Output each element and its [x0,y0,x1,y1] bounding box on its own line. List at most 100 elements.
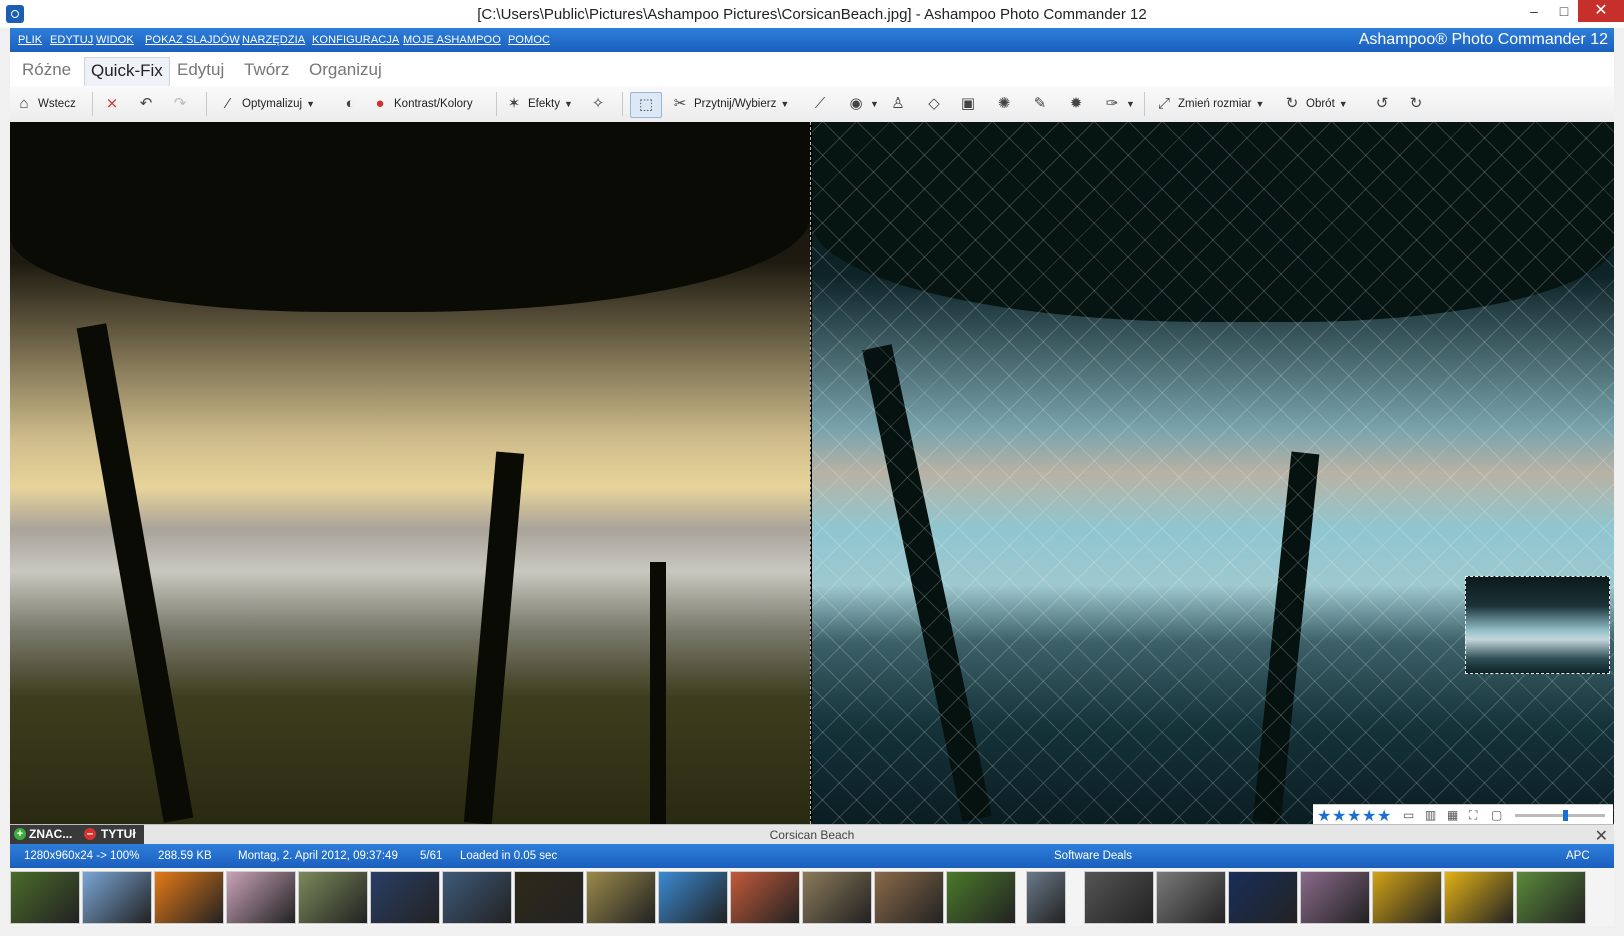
brand-label: Ashampoo® Photo Commander 12 [1358,31,1608,48]
crop-select-button[interactable]: ✂ Przytnij/Wybierz ▼ [670,92,790,116]
eraser-button[interactable]: ◇ [924,92,944,116]
thumb-red-berries[interactable] [82,871,152,924]
sparkle-icon: ✧ [591,95,605,112]
tab-organizuj[interactable]: Organizuj [309,58,382,82]
image-preview[interactable] [10,122,1614,824]
status-load-time: Loaded in 0.05 sec [460,850,558,862]
rating-star[interactable]: ★ [1332,806,1346,826]
thumb-dragonfly[interactable] [1516,871,1586,924]
rating-star[interactable]: ★ [1377,806,1391,826]
brightness-button[interactable]: ◐ [340,92,360,116]
thumb-grass-silhouette[interactable] [514,871,584,924]
straighten-button[interactable]: ⟋ [810,92,830,116]
redeye-button[interactable]: ◉ ▼ [846,92,878,116]
palm-trunk [650,562,666,824]
color-circles-icon: ● [375,95,385,112]
zoom-slider-thumb[interactable] [1563,810,1568,821]
menu-plik[interactable]: PLIK [18,34,42,46]
thumb-sunflower[interactable] [1372,871,1442,924]
thumb-skyline[interactable] [1084,871,1154,924]
software-deals-link[interactable]: Software Deals [1054,850,1132,862]
resize-button[interactable]: ⤢ Zmień rozmiar ▼ [1154,92,1264,116]
title-bar: [C:\Users\Public\Pictures\Ashampoo Pictu… [0,0,1624,28]
tree-trunk [463,451,525,824]
thumb-night-city[interactable] [370,871,440,924]
sparkle-button[interactable]: ✧ [588,92,608,116]
thumb-rose[interactable] [730,871,800,924]
chevron-down-icon: ▼ [1255,99,1265,109]
menu-konfiguracja[interactable]: KONFIGURACJA [312,34,399,46]
frame-button[interactable]: ▣ [958,92,978,116]
thumb-castle[interactable] [298,871,368,924]
rotate-left-icon: ↺ [1375,95,1389,112]
pen-button[interactable]: ✑ ▼ [1102,92,1135,116]
menu-narzedzia[interactable]: NARZĘDZIA [242,34,305,46]
frame-icon: ▣ [960,95,976,112]
select-tool-button[interactable]: ⬚ [630,92,662,118]
undo-icon: ↶ [139,95,153,112]
glass-effect-overlay [812,122,1614,824]
image-view-icon[interactable]: ▭ [1403,808,1414,822]
maximize-button[interactable]: □ [1550,0,1578,22]
tab-quick-fix[interactable]: Quick-Fix [84,57,170,86]
brush-icon: ✎ [1033,95,1047,112]
thumb-moon[interactable] [1228,871,1298,924]
rotate-button[interactable]: ↻ Obrót ▼ [1282,92,1348,116]
delete-button[interactable]: ⨯ [102,92,122,116]
rotate-left-button[interactable]: ↺ [1372,92,1392,116]
clone-button[interactable]: ♙ [888,92,908,116]
thumb-pink-blossom[interactable] [226,871,296,924]
effects-button[interactable]: ✶ Efekty ▼ [504,92,573,116]
palette-button[interactable]: ✺ [994,92,1014,116]
fullscreen-icon[interactable]: ⛶ [1469,808,1477,823]
brush-button[interactable]: ✎ [1030,92,1050,116]
thumb-pink-flower[interactable] [946,871,1016,924]
tab-tworz[interactable]: Twórz [244,58,289,82]
tab-edytuj[interactable]: Edytuj [177,58,224,82]
thumb-pier[interactable] [1026,871,1066,924]
menu-pomoc[interactable]: POMOC [508,34,550,46]
thumb-shell[interactable] [802,871,872,924]
thumb-field[interactable] [586,871,656,924]
thumb-pebbles[interactable] [874,871,944,924]
optimize-button[interactable]: ⁄ Optymalizuj ▼ [218,92,315,116]
rating-star[interactable]: ★ [1362,806,1376,826]
eye-icon: ◉ [849,95,863,112]
menu-pokaz-slajdow[interactable]: POKAZ SLAJDÓW [145,34,240,46]
splash-button[interactable]: ✹ [1066,92,1086,116]
thumb-flowers-green[interactable] [10,871,80,924]
caption-close-button[interactable]: ✕ [1595,826,1608,846]
compare-icon[interactable]: ▦ [1447,808,1458,822]
zoom-slider-track[interactable] [1515,814,1605,817]
contrast-colors-button[interactable]: ● Kontrast/Kolory [370,92,472,116]
thumb-sunset-mill[interactable] [1300,871,1370,924]
status-date: Montag, 2. April 2012, 09:37:49 [238,850,398,862]
menu-edytuj[interactable]: EDYTUJ [50,34,93,46]
ribbon-tabs: Różne Quick-Fix Edytuj Twórz Organizuj [10,52,1614,87]
thumb-orange-flower[interactable] [154,871,224,924]
thumb-machine[interactable] [1156,871,1226,924]
undo-button[interactable]: ↶ [136,92,156,116]
status-bar: 1280x960x24 -> 100% 288.59 KB Montag, 2.… [10,844,1614,868]
thumb-bicycle[interactable] [658,871,728,924]
brightness-icon: ◐ [345,95,355,112]
tab-rozne[interactable]: Różne [22,58,71,82]
menu-moje-ashampoo[interactable]: MOJE ASHAMPOO [403,34,501,46]
thumb-mountains[interactable] [442,871,512,924]
window-title: [C:\Users\Public\Pictures\Ashampoo Pictu… [477,6,1147,23]
rotate-right-button[interactable]: ↻ [1406,92,1426,116]
minimize-button[interactable]: – [1520,0,1548,22]
redo-button[interactable]: ↷ [170,92,190,116]
thumb-yellow-flower[interactable] [1444,871,1514,924]
menu-widok[interactable]: WIDOK [96,34,134,46]
rating-star[interactable]: ★ [1317,806,1331,826]
rating-star[interactable]: ★ [1347,806,1361,826]
close-button[interactable]: ✕ [1578,0,1624,22]
histogram-icon[interactable]: ▥ [1425,808,1436,822]
navigator-thumbnail[interactable] [1465,576,1610,674]
monitor-icon[interactable]: ▢ [1491,808,1502,822]
original-photo [10,122,810,824]
menu-bar: PLIK EDYTUJ WIDOK POKAZ SLAJDÓW NARZĘDZI… [10,28,1614,52]
pen-icon: ✑ [1105,95,1119,112]
back-button[interactable]: ⌂ Wstecz [14,92,75,116]
